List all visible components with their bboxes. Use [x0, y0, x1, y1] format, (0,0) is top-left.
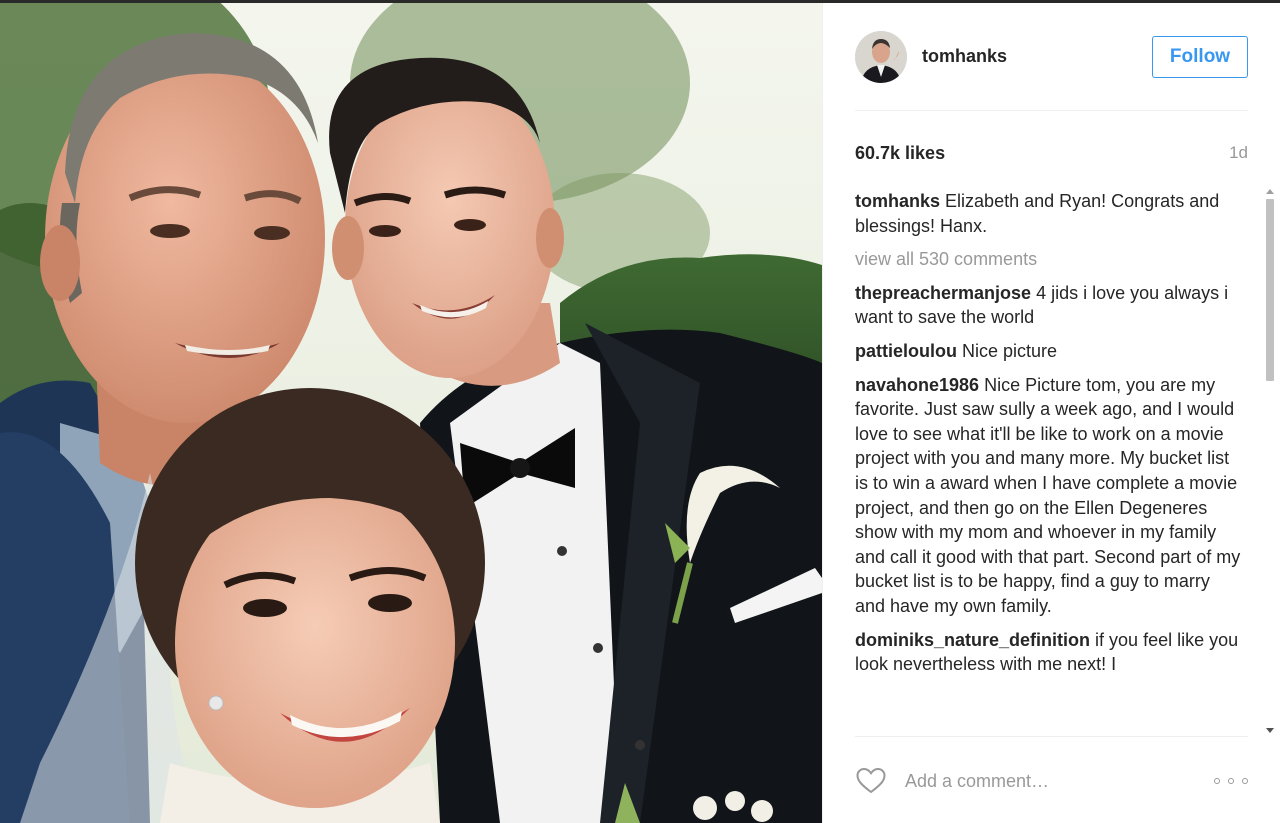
- dot-icon: [1228, 778, 1234, 784]
- instagram-post: tomhanks Follow 60.7k likes 1d tomhanks …: [0, 0, 1280, 823]
- scroll-up-arrow-icon[interactable]: [1266, 189, 1274, 194]
- comment-author[interactable]: navahone1986: [855, 375, 979, 395]
- comments-scrollbar[interactable]: [1264, 187, 1276, 735]
- add-comment-input[interactable]: [903, 765, 1214, 797]
- post-username[interactable]: tomhanks: [922, 46, 1152, 67]
- avatar-image: [855, 30, 907, 83]
- comment-author[interactable]: dominiks_nature_definition: [855, 630, 1090, 650]
- comment-item: dominiks_nature_definition if you feel l…: [855, 628, 1256, 677]
- scrollbar-thumb[interactable]: [1266, 199, 1274, 381]
- comment-author[interactable]: pattieloulou: [855, 341, 957, 361]
- more-options-icon[interactable]: [1214, 771, 1248, 791]
- likes-count[interactable]: 60.7k likes: [855, 143, 945, 164]
- comment-author[interactable]: thepreachermanjose: [855, 283, 1031, 303]
- caption: tomhanks Elizabeth and Ryan! Congrats an…: [855, 189, 1256, 238]
- post-header: tomhanks Follow: [855, 3, 1248, 111]
- scroll-down-arrow-icon[interactable]: [1266, 728, 1274, 733]
- comment-bar: [855, 736, 1248, 823]
- post-photo[interactable]: [0, 3, 822, 823]
- comment-item: pattieloulou Nice picture: [855, 339, 1256, 364]
- comment-item: thepreachermanjose 4 jids i love you alw…: [855, 281, 1256, 330]
- dot-icon: [1242, 778, 1248, 784]
- comments-list[interactable]: tomhanks Elizabeth and Ryan! Congrats an…: [855, 189, 1256, 734]
- post-age[interactable]: 1d: [1229, 143, 1248, 163]
- heart-outline-icon[interactable]: [855, 765, 887, 797]
- comment-text: Nice picture: [962, 340, 1058, 361]
- likes-row: 60.7k likes 1d: [855, 131, 1248, 175]
- avatar[interactable]: [855, 30, 907, 83]
- follow-button[interactable]: Follow: [1152, 35, 1248, 78]
- post-sidebar: tomhanks Follow 60.7k likes 1d tomhanks …: [822, 3, 1280, 823]
- comment-text: Nice Picture tom, you are my favorite. J…: [855, 374, 1241, 616]
- comment-author[interactable]: tomhanks: [855, 191, 940, 211]
- dot-icon: [1214, 778, 1220, 784]
- wedding-selfie-illustration: [0, 3, 822, 823]
- comment-item: navahone1986 Nice Picture tom, you are m…: [855, 373, 1256, 619]
- view-all-comments-link[interactable]: view all 530 comments: [855, 247, 1256, 272]
